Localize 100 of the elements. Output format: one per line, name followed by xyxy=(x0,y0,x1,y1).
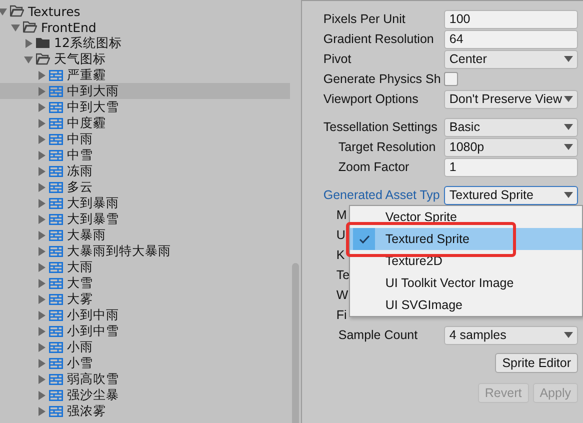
dropdown[interactable]: Don't Preserve View xyxy=(444,90,578,108)
collapsed-arrow-icon[interactable] xyxy=(37,262,46,272)
collapsed-arrow-icon[interactable] xyxy=(37,326,46,336)
collapsed-arrow-icon[interactable] xyxy=(37,214,46,224)
tree-row[interactable]: 多云 xyxy=(0,179,290,195)
tree-row[interactable]: 中雪 xyxy=(0,147,290,163)
tree-item-label: 中到大雨 xyxy=(67,82,119,100)
sprite-asset-icon xyxy=(49,278,63,288)
expanded-arrow-icon[interactable] xyxy=(0,6,7,16)
tree-row[interactable]: Textures xyxy=(0,3,290,19)
expanded-arrow-icon[interactable] xyxy=(11,22,20,32)
tree-row[interactable]: 大雨 xyxy=(0,259,290,275)
tree-item-label: 天气图标 xyxy=(54,50,106,68)
sprite-asset-icon xyxy=(49,166,63,176)
collapsed-arrow-icon[interactable] xyxy=(37,230,46,240)
dropdown[interactable]: Textured Sprite xyxy=(444,186,578,204)
sprite-asset-icon xyxy=(49,342,63,352)
tree-row[interactable]: 中雨 xyxy=(0,131,290,147)
collapsed-arrow-icon[interactable] xyxy=(37,342,46,352)
collapsed-arrow-icon[interactable] xyxy=(37,86,46,96)
tree-row[interactable]: 弱高吹雪 xyxy=(0,371,290,387)
sprite-asset-icon xyxy=(49,214,63,224)
tree-row[interactable]: 大暴雨 xyxy=(0,227,290,243)
sprite-asset-icon xyxy=(49,406,63,416)
tree-item-label: 强沙尘暴 xyxy=(67,386,119,404)
tree-row[interactable]: 强浓雾 xyxy=(0,403,290,419)
collapsed-arrow-icon[interactable] xyxy=(24,38,33,48)
sprite-asset-icon xyxy=(49,86,63,96)
tree-row[interactable]: 小雨 xyxy=(0,339,290,355)
collapsed-arrow-icon[interactable] xyxy=(37,182,46,192)
collapsed-arrow-icon[interactable] xyxy=(37,246,46,256)
scrollbar-thumb[interactable] xyxy=(292,263,300,423)
menu-option[interactable]: UI Toolkit Vector Image xyxy=(350,272,582,294)
collapsed-arrow-icon[interactable] xyxy=(37,166,46,176)
tree-item-label: 小雪 xyxy=(67,354,93,372)
tree-row[interactable]: 大到暴雨 xyxy=(0,195,290,211)
dropdown[interactable]: 1080p xyxy=(444,138,578,156)
caret-icon xyxy=(564,144,573,150)
sprite-editor-button[interactable]: Sprite Editor xyxy=(495,353,578,373)
tree-row[interactable]: 天气图标 xyxy=(0,51,290,67)
collapsed-arrow-icon[interactable] xyxy=(37,278,46,288)
tree-row[interactable]: 小到中雪 xyxy=(0,323,290,339)
collapsed-arrow-icon[interactable] xyxy=(37,406,46,416)
tree-row[interactable]: 12系统图标 xyxy=(0,35,290,51)
tree-item-label: FrontEnd xyxy=(41,20,96,34)
tree-row[interactable]: 中到大雨 xyxy=(0,83,290,99)
tree-item-label: 中雨 xyxy=(67,130,93,148)
menu-option[interactable]: Vector Sprite xyxy=(350,206,582,228)
tree-row[interactable]: 严重霾 xyxy=(0,67,290,83)
dropdown[interactable]: 4 samples xyxy=(444,326,578,344)
tree-row[interactable]: 大暴雨到特大暴雨 xyxy=(0,243,290,259)
sprite-asset-icon xyxy=(49,310,63,320)
tree-row[interactable]: 小雪 xyxy=(0,355,290,371)
tree-row[interactable]: 大雾 xyxy=(0,291,290,307)
property-label: Generate Physics Sh xyxy=(323,72,442,86)
sprite-asset-icon xyxy=(49,198,63,208)
property-label: U xyxy=(336,228,346,242)
collapsed-arrow-icon[interactable] xyxy=(37,102,46,112)
property-label: Viewport Options xyxy=(323,92,420,106)
property-label: M xyxy=(336,208,347,222)
open-folder-icon xyxy=(10,5,24,17)
property-label: W xyxy=(336,288,348,302)
collapsed-arrow-icon[interactable] xyxy=(37,70,46,80)
menu-option[interactable]: UI SVGImage xyxy=(350,294,582,316)
checkbox[interactable] xyxy=(444,72,458,86)
collapsed-arrow-icon[interactable] xyxy=(37,134,46,144)
expanded-arrow-icon[interactable] xyxy=(24,54,33,64)
tree-item-label: 冻雨 xyxy=(67,162,93,180)
tree-row[interactable]: 强沙尘暴 xyxy=(0,387,290,403)
tree-row[interactable]: FrontEnd xyxy=(0,19,290,35)
tree-row[interactable]: 冻雨 xyxy=(0,163,290,179)
caret-icon xyxy=(564,124,573,130)
text-field[interactable]: 100 xyxy=(444,10,578,28)
caret-icon xyxy=(564,192,573,198)
sprite-asset-icon xyxy=(49,246,63,256)
sprite-asset-icon xyxy=(49,182,63,192)
property-label: Tessellation Settings xyxy=(323,120,438,134)
tree-row[interactable]: 中度霾 xyxy=(0,115,290,131)
menu-option[interactable]: Textured Sprite xyxy=(350,228,582,250)
checkmark-icon xyxy=(358,234,370,244)
tree-row[interactable]: 大到暴雪 xyxy=(0,211,290,227)
tree-item-label: 大暴雨到特大暴雨 xyxy=(67,242,171,260)
property-label: Sample Count xyxy=(337,328,419,342)
collapsed-arrow-icon[interactable] xyxy=(37,358,46,368)
collapsed-arrow-icon[interactable] xyxy=(37,150,46,160)
text-field[interactable]: 1 xyxy=(444,158,578,176)
collapsed-arrow-icon[interactable] xyxy=(37,294,46,304)
collapsed-arrow-icon[interactable] xyxy=(37,118,46,128)
text-field[interactable]: 64 xyxy=(444,30,578,48)
tree-row[interactable]: 小到中雨 xyxy=(0,307,290,323)
property-label: Pixels Per Unit xyxy=(323,12,406,26)
tree-row[interactable]: 中到大雪 xyxy=(0,99,290,115)
collapsed-arrow-icon[interactable] xyxy=(37,198,46,208)
sprite-asset-icon xyxy=(49,374,63,384)
collapsed-arrow-icon[interactable] xyxy=(37,310,46,320)
collapsed-arrow-icon[interactable] xyxy=(37,390,46,400)
collapsed-arrow-icon[interactable] xyxy=(37,374,46,384)
tree-row[interactable]: 大雪 xyxy=(0,275,290,291)
dropdown[interactable]: Center xyxy=(444,50,578,68)
dropdown[interactable]: Basic xyxy=(444,118,578,136)
